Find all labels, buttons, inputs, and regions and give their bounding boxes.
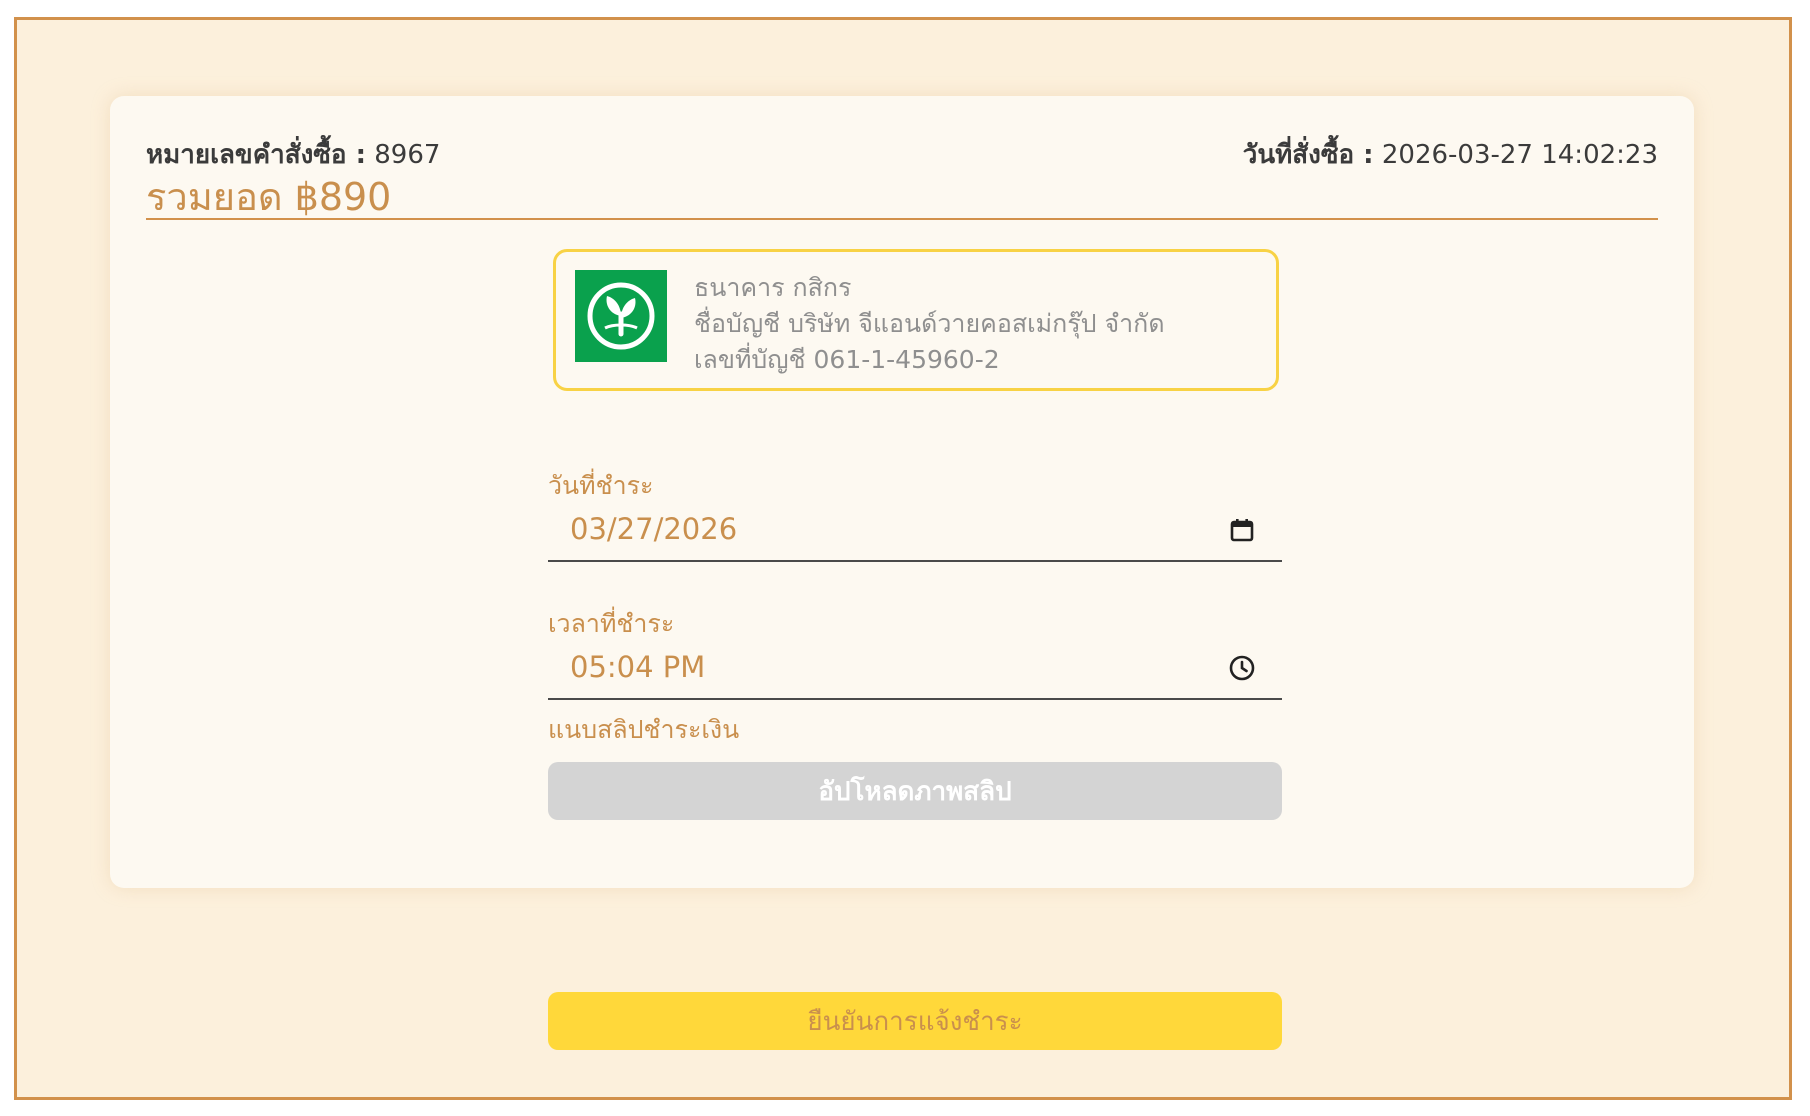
bank-account-number: เลขที่บัญชี 061-1-45960-2	[694, 345, 1000, 374]
order-date-value: 2026-03-27 14:02:23	[1381, 140, 1658, 170]
payment-date-value: 03/27/2026	[570, 512, 738, 546]
order-date-label: วันที่สั่งซื้อ :	[1242, 140, 1374, 170]
payment-time-field[interactable]: 05:04 PM	[548, 638, 1282, 700]
kasikorn-bank-logo-icon	[575, 270, 667, 362]
bank-details: ธนาคาร กสิกร ชื่อบัญชี บริษัท จีแอนด์วาย…	[694, 270, 1165, 378]
upload-slip-button[interactable]: อัปโหลดภาพสลิป	[548, 762, 1282, 820]
order-total: รวมยอด ฿890	[146, 175, 392, 219]
order-header: หมายเลขคำสั่งซื้อ : 8967 วันที่สั่งซื้อ …	[146, 132, 1658, 220]
clock-icon[interactable]	[1228, 654, 1256, 682]
bank-name: ธนาคาร กสิกร	[694, 273, 852, 302]
page-frame: หมายเลขคำสั่งซื้อ : 8967 วันที่สั่งซื้อ …	[14, 17, 1792, 1100]
payment-card: หมายเลขคำสั่งซื้อ : 8967 วันที่สั่งซื้อ …	[110, 96, 1694, 888]
order-date: วันที่สั่งซื้อ : 2026-03-27 14:02:23	[1243, 134, 1658, 175]
confirm-payment-button[interactable]: ยืนยันการแจ้งชำระ	[548, 992, 1282, 1050]
payment-date-field[interactable]: 03/27/2026	[548, 500, 1282, 562]
slip-label: แนบสลิปชำระเงิน	[548, 715, 740, 744]
payment-time-value: 05:04 PM	[570, 650, 706, 684]
bank-account-card: ธนาคาร กสิกร ชื่อบัญชี บริษัท จีแอนด์วาย…	[553, 249, 1279, 391]
calendar-icon[interactable]	[1228, 516, 1256, 544]
bank-account-name: ชื่อบัญชี บริษัท จีแอนด์วายคอสเม่กรุ๊ป จ…	[694, 309, 1165, 338]
